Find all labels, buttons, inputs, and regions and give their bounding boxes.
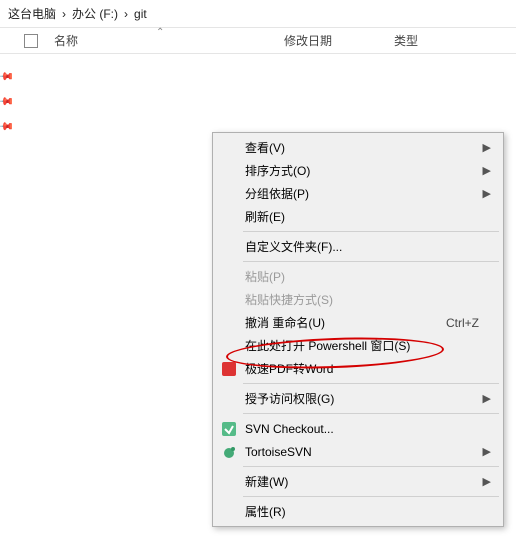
chevron-right-icon: ▶ xyxy=(483,445,491,458)
menu-paste-shortcut: 粘贴快捷方式(S) xyxy=(215,288,501,311)
menu-view[interactable]: 查看(V) ▶ xyxy=(215,136,501,159)
crumb-pc[interactable]: 这台电脑 xyxy=(8,5,56,22)
column-type[interactable]: 类型 xyxy=(394,32,454,49)
tortoise-svn-icon xyxy=(221,444,237,460)
pdf-icon xyxy=(221,361,237,377)
menu-grant-access[interactable]: 授予访问权限(G) ▶ xyxy=(215,387,501,410)
crumb-drive[interactable]: 办公 (F:) xyxy=(72,5,118,22)
menu-separator xyxy=(243,413,499,414)
column-name[interactable]: 名称 xyxy=(54,32,284,49)
breadcrumb[interactable]: 这台电脑 › 办公 (F:) › git xyxy=(0,0,516,28)
menu-tortoise-svn[interactable]: TortoiseSVN ▶ xyxy=(215,440,501,463)
chevron-right-icon: ▶ xyxy=(483,475,491,488)
shortcut-label: Ctrl+Z xyxy=(446,316,479,330)
menu-svn-checkout[interactable]: SVN Checkout... xyxy=(215,417,501,440)
menu-new[interactable]: 新建(W) ▶ xyxy=(215,470,501,493)
menu-undo-rename[interactable]: 撤消 重命名(U) Ctrl+Z xyxy=(215,311,501,334)
quick-access-strip: 📌 📌 📌 xyxy=(0,60,12,133)
chevron-right-icon: › xyxy=(124,7,128,21)
sort-indicator-icon: ⌃ xyxy=(156,27,164,38)
menu-separator xyxy=(243,231,499,232)
chevron-right-icon: ▶ xyxy=(483,164,491,177)
menu-refresh[interactable]: 刷新(E) xyxy=(215,205,501,228)
chevron-right-icon: ▶ xyxy=(483,392,491,405)
menu-group[interactable]: 分组依据(P) ▶ xyxy=(215,182,501,205)
context-menu: 查看(V) ▶ 排序方式(O) ▶ 分组依据(P) ▶ 刷新(E) 自定义文件夹… xyxy=(212,132,504,527)
menu-properties[interactable]: 属性(R) xyxy=(215,500,501,523)
menu-separator xyxy=(243,496,499,497)
menu-separator xyxy=(243,261,499,262)
select-all-checkbox[interactable] xyxy=(24,34,38,48)
chevron-right-icon: › xyxy=(62,7,66,21)
crumb-folder[interactable]: git xyxy=(134,7,147,21)
menu-paste: 粘贴(P) xyxy=(215,265,501,288)
svn-checkout-icon xyxy=(221,421,237,437)
menu-open-powershell[interactable]: 在此处打开 Powershell 窗口(S) xyxy=(215,334,501,357)
menu-customize-folder[interactable]: 自定义文件夹(F)... xyxy=(215,235,501,258)
chevron-right-icon: ▶ xyxy=(483,187,491,200)
chevron-right-icon: ▶ xyxy=(483,141,491,154)
menu-pdf-to-word[interactable]: 极速PDF转Word xyxy=(215,357,501,380)
menu-sort[interactable]: 排序方式(O) ▶ xyxy=(215,159,501,182)
column-date[interactable]: 修改日期 xyxy=(284,32,394,49)
menu-separator xyxy=(243,466,499,467)
menu-separator xyxy=(243,383,499,384)
column-headers: 名称 ⌃ 修改日期 类型 xyxy=(0,28,516,54)
